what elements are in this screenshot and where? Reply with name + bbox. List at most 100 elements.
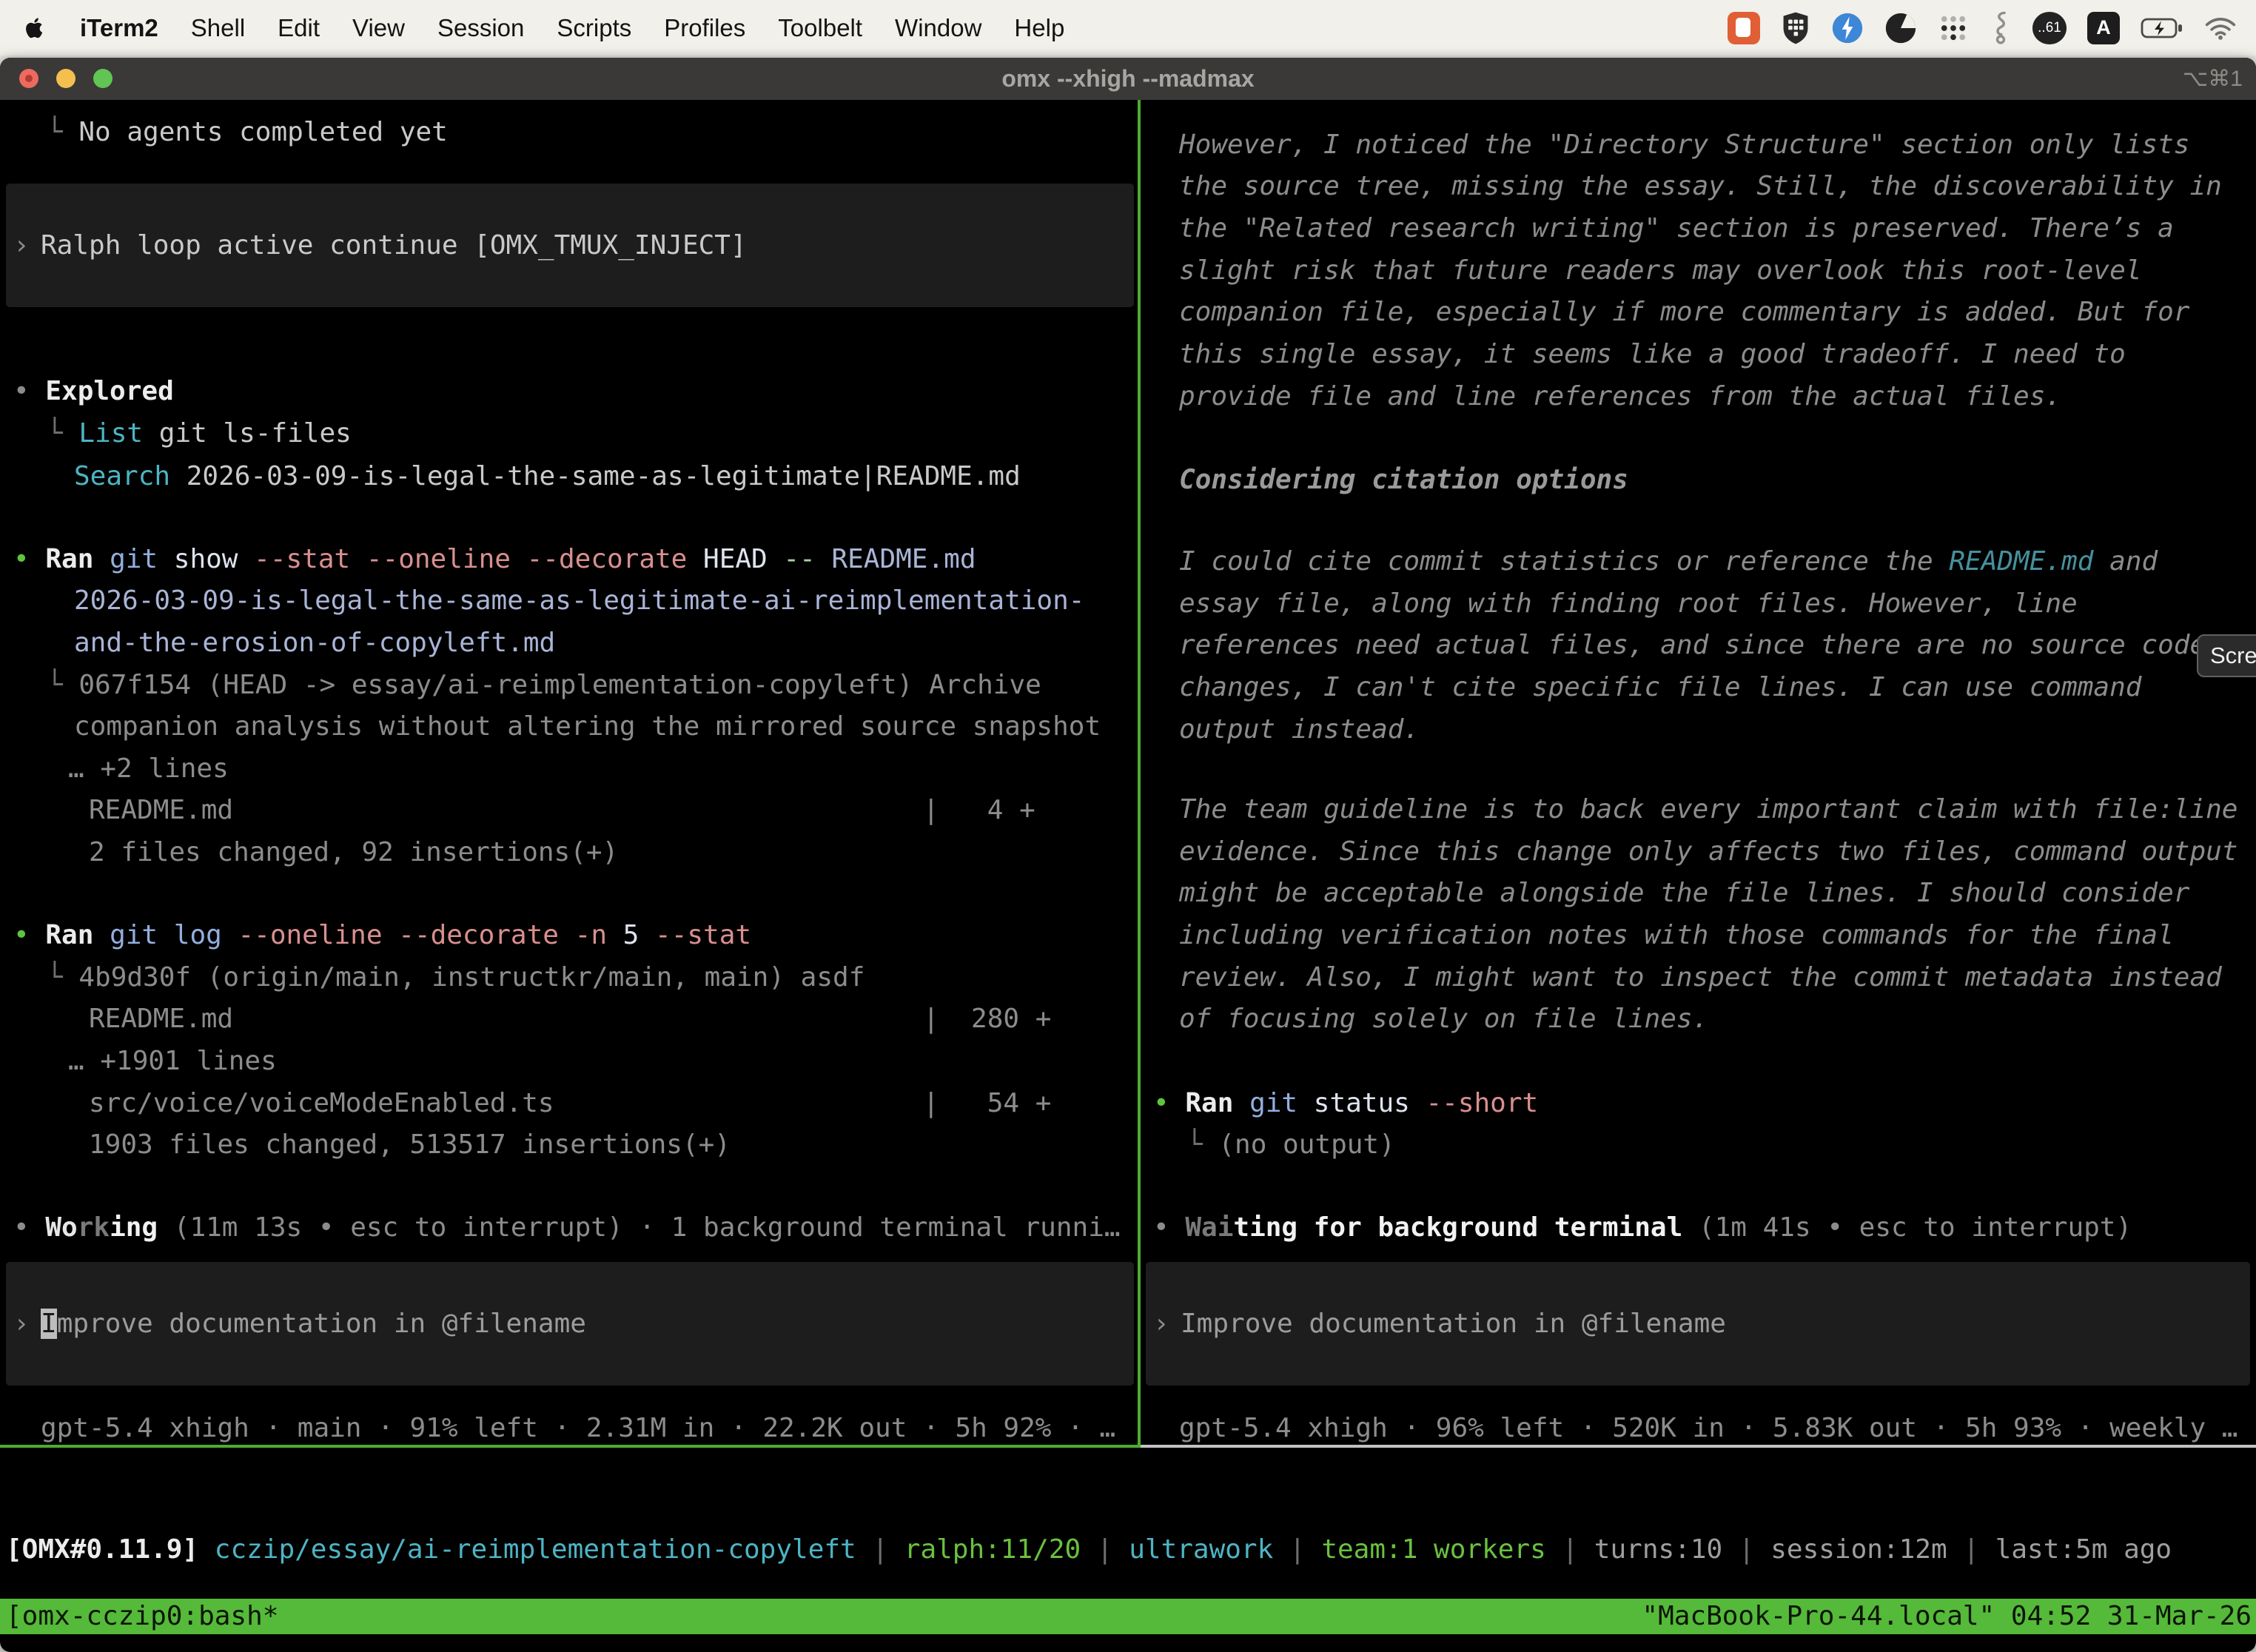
battery-icon[interactable]	[2141, 17, 2183, 39]
menu-toolbelt[interactable]: Toolbelt	[778, 14, 862, 42]
text-segment: companion analysis without altering the …	[74, 711, 1101, 742]
recording-indicator-icon[interactable]	[1728, 12, 1760, 44]
text-segment: |	[1947, 1534, 1995, 1565]
text-segment: the source tree, missing the essay. Stil…	[1179, 171, 2222, 201]
terminal-content: › Ralph loop active continue [OMX_TMUX_I…	[0, 100, 2256, 1502]
sync-bolt-icon[interactable]	[1831, 12, 1864, 44]
text-segment: git	[110, 920, 174, 950]
truncation-line: … +2 lines	[68, 748, 229, 790]
explored-header: • Explored	[13, 370, 174, 412]
omx-supervisor-status-line: [OMX#0.11.9] cczip/essay/ai-reimplementa…	[6, 1528, 2172, 1571]
tmux-session-window-label[interactable]: [omx-cczip0:bash*	[6, 1599, 278, 1634]
text-segment: output instead.	[1179, 714, 1420, 745]
text-segment: --decorate	[398, 920, 574, 950]
text-segment: review. Also, I might want to inspect th…	[1179, 962, 2222, 993]
agents-note-line: └ No agents completed yet	[47, 111, 448, 153]
text-segment: and-the-erosion-of-copyleft.md	[74, 628, 555, 658]
text-segment: references need actual files, and since …	[1179, 630, 2206, 660]
filename-line: 2026-03-09-is-legal-the-same-as-legitima…	[74, 580, 1084, 622]
ran-git-log-line: • Ran git log --oneline --decorate -n 5 …	[13, 914, 751, 956]
reasoning-paragraph: references need actual files, and since …	[1179, 624, 2206, 666]
text-segment: However, I noticed the "Directory Struct…	[1179, 130, 2189, 160]
squiggle-icon[interactable]	[1990, 10, 2012, 46]
keypad-shield-icon[interactable]	[1781, 11, 1810, 45]
reasoning-paragraph: review. Also, I might want to inspect th…	[1179, 956, 2222, 998]
text-segment: Search	[74, 461, 170, 491]
menu-session[interactable]: Session	[437, 14, 524, 42]
text-segment: --oneline	[238, 920, 398, 950]
text-segment: |	[1722, 1534, 1770, 1565]
screen-overlay-button[interactable]: Scre	[2197, 634, 2256, 677]
apple-menu-icon[interactable]	[22, 13, 47, 43]
text-segment: └	[1186, 1129, 1218, 1160]
screen-overlay-label: Scre	[2210, 642, 2256, 669]
menu-help[interactable]: Help	[1014, 14, 1064, 42]
menu-scripts[interactable]: Scripts	[557, 14, 631, 42]
diffstat-line: README.md | 280 +	[89, 998, 1051, 1040]
inject-banner: › Ralph loop active continue [OMX_TMUX_I…	[6, 184, 1134, 307]
omx-supervisor-status: [OMX#0.11.9] cczip/essay/ai-reimplementa…	[6, 1528, 2250, 1571]
menu-view[interactable]: View	[352, 14, 405, 42]
left-agent-pane[interactable]: › Ralph loop active continue [OMX_TMUX_I…	[0, 100, 1140, 1445]
reasoning-paragraph: changes, I can't cite specific file line…	[1179, 666, 2141, 708]
text-segment: No agents completed yet	[78, 117, 448, 147]
input-text-rest: mprove documentation in @filename	[57, 1309, 586, 1339]
window-title: omx --xhigh --madmax	[0, 58, 2256, 100]
right-agent-pane[interactable]: › Improve documentation in @filename How…	[1140, 100, 2256, 1445]
iterm2-window: omx --xhigh --madmax ⌥⌘1 › Ralph loop ac…	[0, 58, 2256, 1652]
reasoning-paragraph: slight risk that future readers may over…	[1179, 249, 2141, 292]
text-segment: ing	[110, 1212, 158, 1243]
reasoning-paragraph: the source tree, missing the essay. Stil…	[1179, 165, 2222, 207]
text-segment: |	[856, 1534, 904, 1565]
badge-61-icon[interactable]: ..61	[2032, 12, 2067, 44]
right-prompt-input[interactable]: › Improve documentation in @filename	[1146, 1262, 2250, 1386]
reasoning-paragraph: of focusing solely on file lines.	[1179, 998, 1708, 1040]
text-cursor: I	[41, 1309, 57, 1339]
menu-edit[interactable]: Edit	[278, 14, 320, 42]
menu-window[interactable]: Window	[895, 14, 981, 42]
text-segment: this single essay, it seems like a good …	[1179, 339, 2126, 369]
window-title-bar[interactable]: omx --xhigh --madmax ⌥⌘1	[0, 58, 2256, 100]
text-segment: ting for background terminal	[1233, 1212, 1682, 1243]
banner-prompt-chevron: ›	[13, 224, 30, 266]
wifi-icon[interactable]	[2204, 15, 2237, 41]
text-segment: README.md | 280 +	[89, 1004, 1051, 1034]
input-text: Improve documentation in @filename	[41, 1303, 586, 1345]
reasoning-heading: Considering citation options	[1179, 459, 1628, 501]
reasoning-paragraph: provide file and line references from th…	[1179, 375, 2061, 417]
text-segment: rk	[78, 1212, 110, 1243]
left-prompt-input[interactable]: › Improve documentation in @filename	[6, 1262, 1134, 1386]
text-segment: companion file, especially if more comme…	[1179, 297, 2189, 327]
menu-profiles[interactable]: Profiles	[664, 14, 745, 42]
text-segment: of focusing solely on file lines.	[1179, 1004, 1708, 1034]
menu-shell[interactable]: Shell	[191, 14, 245, 42]
text-segment: ralph:11/20	[904, 1534, 1081, 1565]
text-segment: 5	[623, 920, 655, 950]
text-segment: List	[78, 418, 143, 449]
text-segment: essay file, along with finding root file…	[1179, 588, 2078, 619]
tmux-status-bar: [omx-cczip0:bash* "MacBook-Pro-44.local"…	[0, 1599, 2256, 1634]
text-segment: status	[1314, 1088, 1426, 1118]
text-segment: turns:10	[1594, 1534, 1722, 1565]
reasoning-paragraph: output instead.	[1179, 708, 1420, 751]
dots-grid-icon[interactable]	[1938, 13, 1969, 44]
text-segment: |	[1546, 1534, 1594, 1565]
input-prompt-chevron: ›	[13, 1303, 30, 1345]
tmux-horizontal-border-inactive	[1141, 1445, 2256, 1448]
text-segment: 1903 files changed, 513517 insertions(+)	[89, 1129, 731, 1160]
diffstat-line: src/voice/voiceModeEnabled.ts | 54 +	[89, 1082, 1051, 1124]
text-segment: (11m 13s • esc to interrupt) · 1 backgro…	[158, 1212, 1120, 1243]
text-segment: --stat	[254, 544, 366, 574]
text-segment: •	[13, 920, 45, 950]
tmux-vertical-pane-border[interactable]	[1138, 100, 1141, 1445]
input-source-icon[interactable]: A	[2087, 12, 2120, 44]
text-segment: and	[2093, 546, 2158, 577]
reasoning-paragraph: might be acceptable alongside the file l…	[1179, 872, 2189, 914]
text-segment: └	[47, 117, 78, 147]
menu-app-name[interactable]: iTerm2	[80, 14, 158, 42]
ran-git-status-line: • Ran git status --short	[1153, 1082, 1538, 1124]
text-segment: cczip/essay/ai-reimplementation-copyleft	[198, 1534, 856, 1565]
text-segment: git	[110, 544, 174, 574]
pie-icon[interactable]	[1884, 12, 1917, 44]
text-segment: 4b9d30f (origin/main, instructkr/main, m…	[78, 962, 865, 993]
